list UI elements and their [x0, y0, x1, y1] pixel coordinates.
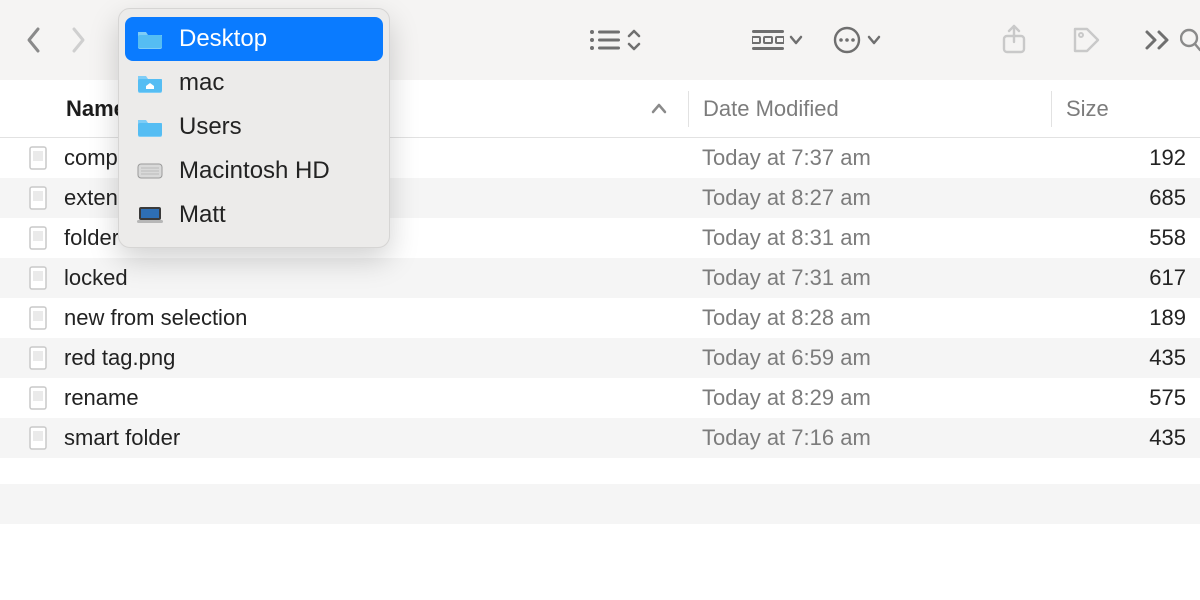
file-size: 192: [1050, 145, 1200, 171]
disk-icon: [135, 160, 165, 182]
sort-caret-icon: [650, 102, 668, 116]
path-item-label: mac: [179, 69, 224, 97]
folder-icon: [135, 28, 165, 50]
file-icon: [0, 346, 54, 370]
file-date: Today at 6:59 am: [688, 345, 1050, 371]
path-item-mac[interactable]: mac: [125, 61, 383, 105]
computer-icon: [135, 204, 165, 226]
file-size: 435: [1050, 425, 1200, 451]
file-icon: [0, 266, 54, 290]
chevron-left-icon: [25, 26, 43, 54]
path-item-label: Macintosh HD: [179, 157, 330, 185]
home-folder-icon: [135, 72, 165, 94]
file-date: Today at 7:31 am: [688, 265, 1050, 291]
file-icon: [0, 186, 54, 210]
file-size: 617: [1050, 265, 1200, 291]
file-icon: [0, 306, 54, 330]
file-icon: [0, 146, 54, 170]
column-header-label: Date Modified: [703, 96, 839, 121]
path-item-users[interactable]: Users: [125, 105, 383, 149]
forward-button[interactable]: [56, 18, 100, 62]
column-header-date[interactable]: Date Modified: [689, 96, 1051, 122]
file-row[interactable]: new from selection Today at 8:28 am 189: [0, 298, 1200, 338]
path-item-macintosh-hd[interactable]: Macintosh HD: [125, 149, 383, 193]
file-size: 435: [1050, 345, 1200, 371]
group-by-button[interactable]: [752, 28, 804, 52]
path-item-label: Users: [179, 113, 242, 141]
file-row[interactable]: smart folder Today at 7:16 am 435: [0, 418, 1200, 458]
file-name: smart folder: [54, 425, 688, 451]
chevron-down-icon: [788, 32, 804, 48]
file-row[interactable]: red tag.png Today at 6:59 am 435: [0, 338, 1200, 378]
file-date: Today at 8:29 am: [688, 385, 1050, 411]
search-icon: [1180, 26, 1200, 54]
file-date: Today at 7:37 am: [688, 145, 1050, 171]
file-size: 685: [1050, 185, 1200, 211]
file-date: Today at 7:16 am: [688, 425, 1050, 451]
group-icon: [752, 28, 784, 52]
column-header-size[interactable]: Size: [1052, 96, 1200, 122]
overflow-button[interactable]: [1136, 18, 1180, 62]
chevron-right-icon: [69, 26, 87, 54]
file-icon: [0, 426, 54, 450]
file-size: 575: [1050, 385, 1200, 411]
ellipsis-circle-icon: [832, 25, 862, 55]
updown-icon: [626, 27, 642, 53]
file-name: red tag.png: [54, 345, 688, 371]
path-item-label: Matt: [179, 201, 226, 229]
file-date: Today at 8:31 am: [688, 225, 1050, 251]
file-size: 558: [1050, 225, 1200, 251]
action-menu-button[interactable]: [832, 25, 882, 55]
file-name: new from selection: [54, 305, 688, 331]
list-view-icon: [588, 27, 622, 53]
file-date: Today at 8:27 am: [688, 185, 1050, 211]
path-item-matt[interactable]: Matt: [125, 193, 383, 237]
share-button[interactable]: [992, 18, 1036, 62]
tag-icon: [1071, 25, 1101, 55]
footer-gap: [0, 458, 1200, 484]
file-icon: [0, 386, 54, 410]
file-size: 189: [1050, 305, 1200, 331]
footer-bar: [0, 484, 1200, 524]
file-row[interactable]: rename Today at 8:29 am 575: [0, 378, 1200, 418]
folder-icon: [135, 116, 165, 138]
file-name: rename: [54, 385, 688, 411]
file-date: Today at 8:28 am: [688, 305, 1050, 331]
double-chevron-right-icon: [1144, 29, 1172, 51]
path-item-label: Desktop: [179, 25, 267, 53]
file-icon: [0, 226, 54, 250]
share-icon: [1000, 24, 1028, 56]
column-header-label: Name: [66, 96, 126, 122]
view-list-button[interactable]: [588, 27, 642, 53]
finder-window: Name Date Modified Size compress Today a…: [0, 0, 1200, 600]
file-row[interactable]: locked Today at 7:31 am 617: [0, 258, 1200, 298]
path-item-desktop[interactable]: Desktop: [125, 17, 383, 61]
chevron-down-icon: [866, 32, 882, 48]
tags-button[interactable]: [1064, 18, 1108, 62]
column-header-label: Size: [1066, 96, 1109, 121]
path-popover: Desktop mac Users Macintosh HD Matt: [118, 8, 390, 248]
file-name: locked: [54, 265, 688, 291]
search-button[interactable]: [1180, 18, 1200, 62]
back-button[interactable]: [12, 18, 56, 62]
